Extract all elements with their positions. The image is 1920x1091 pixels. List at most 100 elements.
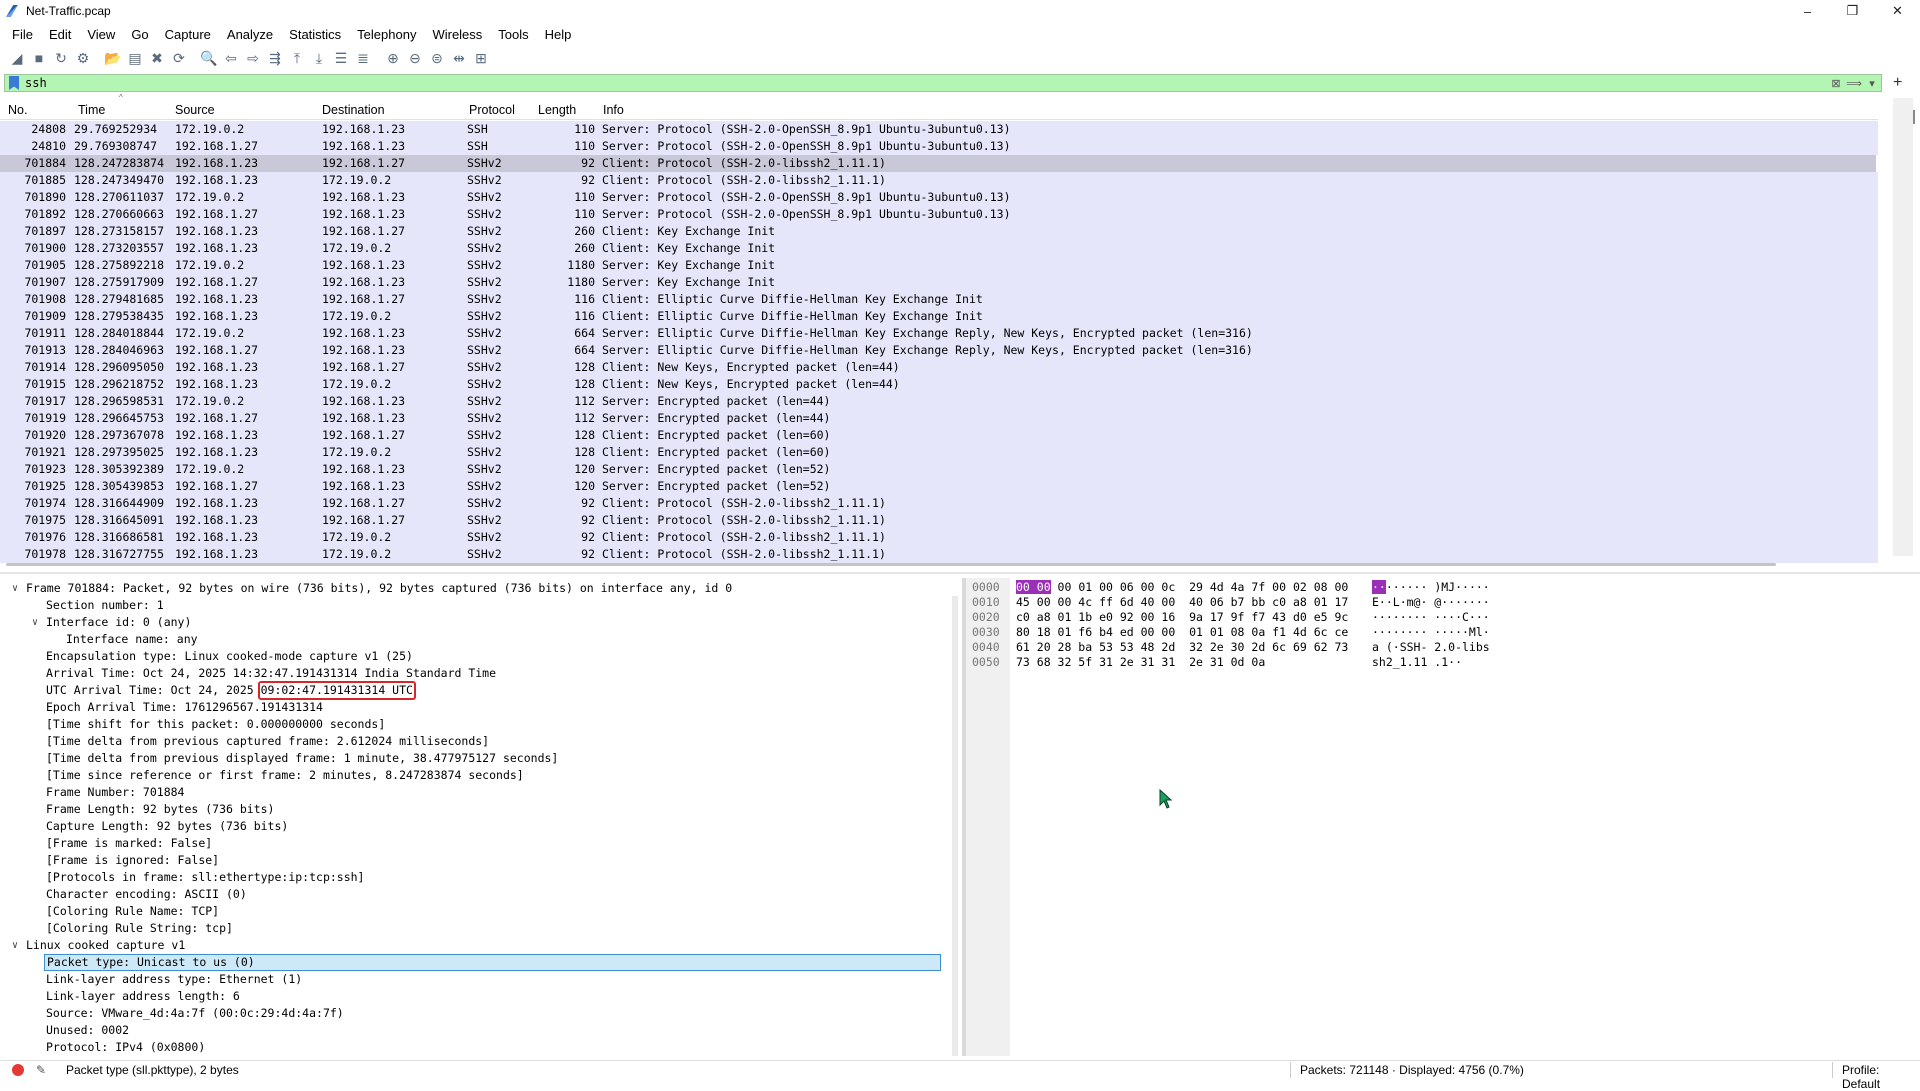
expand-toggle-icon[interactable]: ∨ [12,580,18,597]
restart-capture-icon[interactable]: ↻ [50,47,72,69]
reload-file-icon[interactable]: ⟳ [168,47,190,69]
packet-list-scrollbar[interactable] [1893,98,1913,556]
menu-edit[interactable]: Edit [41,27,79,42]
detail-tree-field[interactable]: Encapsulation type: Linux cooked-mode ca… [46,648,413,665]
expand-toggle-icon[interactable]: ∨ [12,937,18,954]
packet-row[interactable]: 701925 128.305439853 192.168.1.27 192.168.1… [0,478,1878,495]
packet-row[interactable]: 701892 128.270660663 192.168.1.27 192.168.1… [0,206,1878,223]
detail-tree-field[interactable]: Character encoding: ASCII (0) [46,886,247,903]
menu-help[interactable]: Help [537,27,580,42]
menu-file[interactable]: File [0,27,41,42]
packet-row[interactable]: 701921 128.297395025 192.168.1.23 172.19.0.… [0,444,1878,461]
go-to-packet-icon[interactable]: ⇶ [264,47,286,69]
menu-go[interactable]: Go [123,27,156,42]
column-header-no[interactable]: No. [8,103,27,117]
open-file-icon[interactable]: 📂 [102,47,124,69]
detail-tree-field[interactable]: [Time delta from previous displayed fram… [46,750,558,767]
column-header-length[interactable]: Length [538,103,576,117]
detail-tree-field[interactable]: Section number: 1 [46,597,164,614]
column-header-time[interactable]: Time [78,103,105,117]
ascii-bytes[interactable]: ········ )MJ····· [1372,580,1490,595]
menu-statistics[interactable]: Statistics [281,27,349,42]
pane-splitter-horizontal[interactable] [0,572,1920,574]
column-header-info[interactable]: Info [603,103,624,117]
packet-row[interactable]: 701917 128.296598531 172.19.0.2 192.168.1.2… [0,393,1878,410]
apply-filter-icon[interactable]: ⟹ [1845,75,1863,91]
packet-row[interactable]: 701885 128.247349470 192.168.1.23 172.19.0.… [0,172,1878,189]
hex-bytes[interactable]: 45 00 00 4c ff 6d 40 00 40 06 b7 bb c0 a… [1016,595,1348,610]
packet-row[interactable]: 701909 128.279538435 192.168.1.23 172.19.0.… [0,308,1878,325]
packet-row[interactable]: 701915 128.296218752 192.168.1.23 172.19.0.… [0,376,1878,393]
menu-telephony[interactable]: Telephony [349,27,424,42]
detail-tree-section[interactable]: ∨ Frame 701884: Packet, 92 bytes on wire … [12,580,732,597]
detail-tree-field[interactable]: Capture Length: 92 bytes (736 bits) [46,818,288,835]
menu-capture[interactable]: Capture [157,27,219,42]
stop-capture-icon[interactable]: ■ [28,47,50,69]
packet-row[interactable]: 701974 128.316644909 192.168.1.23 192.168.1… [0,495,1878,512]
edit-comment-icon[interactable]: ✎ [36,1063,46,1077]
layout-icon[interactable]: ⊞ [470,47,492,69]
ascii-bytes[interactable]: a (·SSH- 2.0-libs [1372,640,1490,655]
resize-columns-icon[interactable]: ⇹ [448,47,470,69]
display-filter-input[interactable] [23,76,1827,90]
maximize-button[interactable]: ❐ [1830,0,1875,22]
expert-info-icon[interactable] [12,1064,24,1076]
hex-bytes[interactable]: 00 00 00 01 00 06 00 0c 29 4d 4a 7f 00 0… [1016,580,1348,595]
packet-row[interactable]: 701919 128.296645753 192.168.1.27 192.168.1… [0,410,1878,427]
menu-tools[interactable]: Tools [490,27,536,42]
first-packet-icon[interactable]: ⤒ [286,47,308,69]
ascii-bytes[interactable]: E··L·m@· @······· [1372,595,1490,610]
save-file-icon[interactable]: ▤ [124,47,146,69]
menu-analyze[interactable]: Analyze [219,27,281,42]
go-forward-icon[interactable]: ⇨ [242,47,264,69]
detail-tree-field[interactable]: Source: VMware_4d:4a:7f (00:0c:29:4d:4a:… [46,1005,344,1022]
packet-row[interactable]: 701897 128.273158157 192.168.1.23 192.168.1… [0,223,1878,240]
status-profile[interactable]: Profile: Default [1842,1063,1920,1091]
packet-list-horizontal-scrollbar[interactable] [6,563,1776,566]
detail-tree-field[interactable]: Frame Length: 92 bytes (736 bits) [46,801,274,818]
go-back-icon[interactable]: ⇦ [220,47,242,69]
packet-row[interactable]: 701913 128.284046963 192.168.1.27 192.168.1… [0,342,1878,359]
packet-row[interactable]: 701914 128.296095050 192.168.1.23 192.168.1… [0,359,1878,376]
minimize-button[interactable]: – [1785,0,1830,22]
expand-toggle-icon[interactable]: ∨ [32,614,38,631]
packet-row[interactable]: 701908 128.279481685 192.168.1.23 192.168.1… [0,291,1878,308]
clear-filter-icon[interactable]: ⊠ [1827,75,1845,91]
detail-tree-field[interactable]: [Time since reference or first frame: 2 … [46,767,524,784]
packet-row[interactable]: 701907 128.275917909 192.168.1.27 192.168.1… [0,274,1878,291]
hex-bytes[interactable]: 80 18 01 f6 b4 ed 00 00 01 01 08 0a f1 4… [1016,625,1348,640]
detail-tree-field[interactable]: Interface name: any [66,631,198,648]
packet-row[interactable]: 701890 128.270611037 172.19.0.2 192.168.1.2… [0,189,1878,206]
last-packet-icon[interactable]: ⤓ [308,47,330,69]
packet-row[interactable]: 701911 128.284018844 172.19.0.2 192.168.1.2… [0,325,1878,342]
hex-bytes[interactable]: 61 20 28 ba 53 53 48 2d 32 2e 30 2d 6c 6… [1016,640,1348,655]
detail-tree-field[interactable]: [Time delta from previous captured frame… [46,733,489,750]
hex-bytes[interactable]: c0 a8 01 1b e0 92 00 16 9a 17 9f f7 43 d… [1016,610,1348,625]
detail-tree-field[interactable]: [Time shift for this packet: 0.000000000… [46,716,385,733]
detail-tree-field[interactable]: Link-layer address length: 6 [46,988,240,1005]
detail-tree-section[interactable]: ∨ Linux cooked capture v1 [12,937,185,954]
start-capture-icon[interactable]: ◢ [6,47,28,69]
detail-tree-field[interactable]: Unused: 0002 [46,1022,129,1039]
packet-row[interactable]: 24810 29.769308747 192.168.1.27 192.168.1.2… [0,138,1878,155]
detail-tree-field[interactable]: Arrival Time: Oct 24, 2025 14:32:47.1914… [46,665,496,682]
detail-tree-field[interactable]: [Protocols in frame: sll:ethertype:ip:tc… [46,869,365,886]
detail-tree-field[interactable]: [Coloring Rule String: tcp] [46,920,233,937]
add-filter-button-icon[interactable]: + [1893,74,1902,92]
packet-row[interactable]: 701923 128.305392389 172.19.0.2 192.168.1.2… [0,461,1878,478]
column-header-source[interactable]: Source [175,103,215,117]
detail-tree-field[interactable]: [Frame is ignored: False] [46,852,219,869]
colorize-icon[interactable]: ≣ [352,47,374,69]
ascii-bytes[interactable]: ········ ·····Ml· [1372,625,1490,640]
packet-list-scroll-thumb[interactable] [1913,110,1915,124]
packet-row[interactable]: 701978 128.316727755 192.168.1.23 172.19.0.… [0,546,1878,563]
menu-wireless[interactable]: Wireless [424,27,490,42]
zoom-in-icon[interactable]: ⊕ [382,47,404,69]
zoom-out-icon[interactable]: ⊖ [404,47,426,69]
hex-bytes[interactable]: 73 68 32 5f 31 2e 31 31 2e 31 0d 0a [1016,655,1265,670]
packet-row[interactable]: 701975 128.316645091 192.168.1.23 192.168.1… [0,512,1878,529]
ascii-bytes[interactable]: ········ ····C··· [1372,610,1490,625]
detail-tree-field[interactable]: Packet type: Unicast to us (0) [44,954,941,971]
normal-size-icon[interactable]: ⊜ [426,47,448,69]
detail-tree-field[interactable]: [Frame is marked: False] [46,835,212,852]
